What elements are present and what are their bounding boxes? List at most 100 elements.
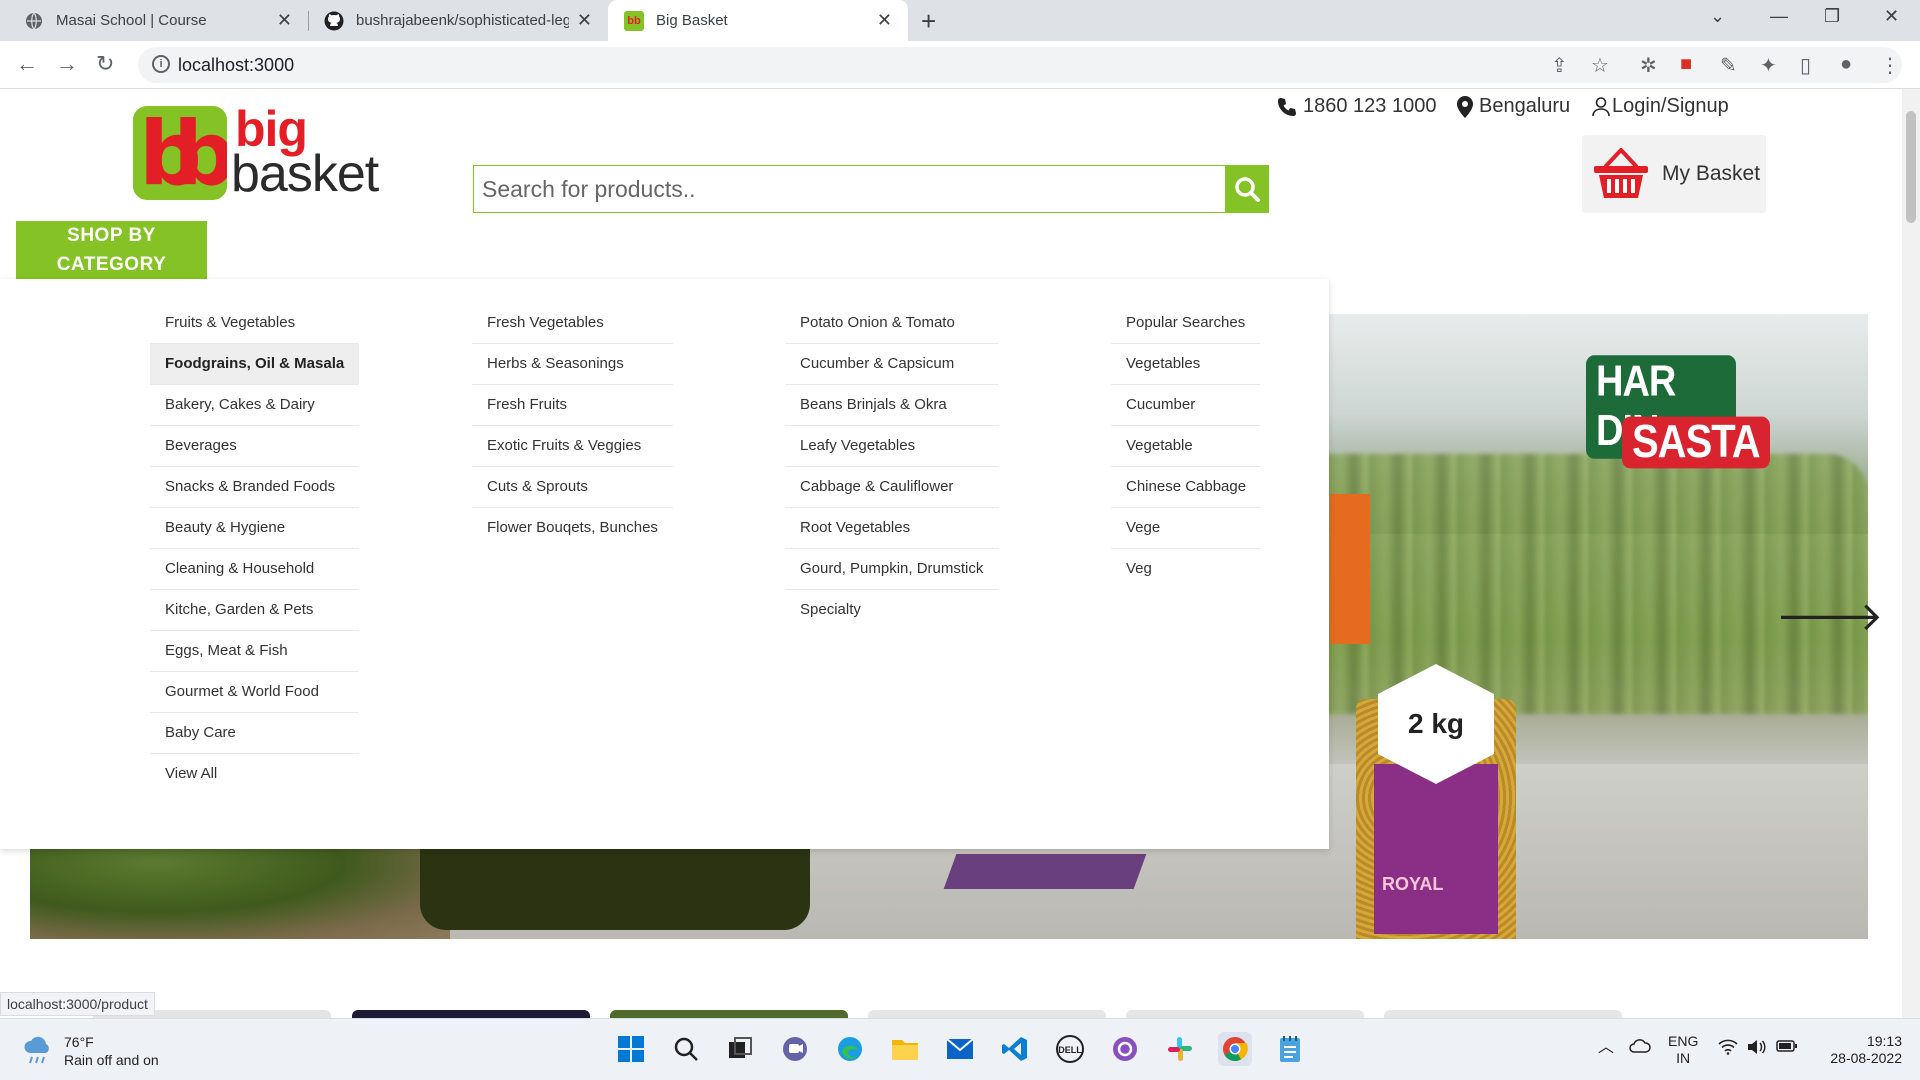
category-item[interactable]: Beverages	[150, 426, 359, 467]
new-tab-button[interactable]: +	[921, 6, 936, 37]
offer-card[interactable]	[610, 1010, 848, 1018]
volume-icon[interactable]	[1746, 1039, 1766, 1059]
file-explorer-icon[interactable]	[888, 1032, 922, 1066]
shop-by-category-button[interactable]: SHOP BY CATEGORY	[16, 221, 207, 279]
minimize-button[interactable]: —	[1770, 6, 1788, 27]
popular-search-item[interactable]: Vege	[1111, 508, 1260, 549]
category-item[interactable]: Beauty & Hygiene	[150, 508, 359, 549]
address-bar[interactable]: i localhost:3000	[138, 47, 1902, 83]
language-indicator[interactable]: ENG IN	[1668, 1033, 1698, 1067]
product-type-item[interactable]: Gourd, Pumpkin, Drumstick	[785, 549, 999, 590]
subcategory-item[interactable]: Herbs & Seasonings	[472, 344, 673, 385]
product-type-item[interactable]: Root Vegetables	[785, 508, 999, 549]
popular-search-item[interactable]: Cucumber	[1111, 385, 1260, 426]
search-icon[interactable]	[669, 1032, 703, 1066]
slack-icon[interactable]	[1163, 1032, 1197, 1066]
popular-search-item[interactable]: Vegetable	[1111, 426, 1260, 467]
weather-widget[interactable]: 76°F Rain off and on	[22, 1033, 159, 1069]
tab-masai-school[interactable]: Masai School | Course ✕	[8, 0, 308, 41]
close-window-button[interactable]: ✕	[1884, 6, 1899, 27]
back-icon[interactable]: ←	[16, 51, 38, 77]
onedrive-cloud-icon[interactable]	[1629, 1037, 1651, 1057]
edge-browser-icon[interactable]	[833, 1032, 867, 1066]
notepad-icon[interactable]	[1273, 1032, 1307, 1066]
close-tab-icon[interactable]: ✕	[277, 10, 292, 31]
category-item[interactable]: Fruits & Vegetables	[150, 303, 359, 344]
category-column: Fruits & Vegetables Foodgrains, Oil & Ma…	[150, 303, 359, 795]
battery-icon[interactable]	[1776, 1039, 1798, 1057]
category-item[interactable]: Baby Care	[150, 713, 359, 754]
chrome-icon[interactable]	[1218, 1032, 1252, 1066]
offer-card[interactable]	[1384, 1010, 1622, 1018]
category-item[interactable]: Kitche, Garden & Pets	[150, 590, 359, 631]
maximize-button[interactable]: ❐	[1824, 6, 1840, 27]
bigbasket-logo[interactable]: b b big basket	[133, 101, 379, 206]
task-view-icon[interactable]	[723, 1032, 757, 1066]
city-text: Bengaluru	[1479, 95, 1571, 117]
site-info-icon[interactable]: i	[152, 55, 170, 73]
scrollbar-thumb[interactable]	[1906, 111, 1916, 223]
wifi-icon[interactable]	[1718, 1039, 1738, 1059]
github-desktop-icon[interactable]	[1108, 1032, 1142, 1066]
subcategory-column: Fresh Vegetables Herbs & Seasonings Fres…	[472, 303, 673, 549]
extension-bug-icon[interactable]: ✲	[1640, 53, 1657, 78]
tab-big-basket[interactable]: bb Big Basket ✕	[608, 0, 908, 41]
side-panel-icon[interactable]: ▯	[1800, 53, 1811, 78]
page-scrollbar[interactable]	[1902, 89, 1920, 1018]
share-icon[interactable]: ⇪	[1551, 53, 1568, 78]
carousel-next-arrow-icon[interactable]: 🡒	[1776, 591, 1883, 640]
popular-search-item[interactable]: Chinese Cabbage	[1111, 467, 1260, 508]
search-input[interactable]	[474, 166, 1226, 212]
product-type-item[interactable]: Leafy Vegetables	[785, 426, 999, 467]
phone-number[interactable]: 1860 123 1000	[1277, 95, 1436, 118]
login-signup-link[interactable]: Login/Signup	[1592, 95, 1729, 118]
vscode-icon[interactable]	[998, 1032, 1032, 1066]
category-item-selected[interactable]: Foodgrains, Oil & Masala	[150, 344, 359, 385]
tab-github[interactable]: bushrajabeenk/sophisticated-leg ✕	[308, 0, 608, 41]
product-type-item[interactable]: Specialty	[785, 590, 999, 631]
mail-icon[interactable]	[943, 1032, 977, 1066]
close-tab-icon[interactable]: ✕	[577, 10, 592, 31]
pack-brand: ROYAL	[1382, 874, 1444, 894]
forward-icon[interactable]: →	[56, 51, 78, 77]
subcategory-item[interactable]: Flower Bouqets, Bunches	[472, 508, 673, 549]
my-basket-button[interactable]: My Basket	[1582, 135, 1766, 213]
dell-icon[interactable]: DELL	[1053, 1032, 1087, 1066]
view-all-link[interactable]: View All	[150, 754, 359, 795]
reload-icon[interactable]: ↻	[96, 51, 114, 77]
teams-chat-icon[interactable]	[778, 1032, 812, 1066]
popular-search-item[interactable]: Vegetables	[1111, 344, 1260, 385]
menu-kebab-icon[interactable]: ⋮	[1880, 53, 1900, 78]
product-type-item[interactable]: Cabbage & Cauliflower	[785, 467, 999, 508]
search-button[interactable]	[1225, 165, 1269, 213]
pack-band	[1374, 764, 1498, 934]
category-item[interactable]: Snacks & Branded Foods	[150, 467, 359, 508]
profile-avatar-icon[interactable]: ●	[1840, 53, 1852, 76]
category-item[interactable]: Cleaning & Household	[150, 549, 359, 590]
windows-start-icon[interactable]	[614, 1032, 648, 1066]
category-item[interactable]: Gourmet & World Food	[150, 672, 359, 713]
phone-icon	[1278, 97, 1296, 116]
offer-card[interactable]	[868, 1010, 1106, 1018]
extension-pen-icon[interactable]: ✎	[1720, 53, 1737, 78]
popular-search-item[interactable]: Veg	[1111, 549, 1260, 590]
extensions-puzzle-icon[interactable]: ✦	[1760, 53, 1777, 78]
subcategory-item[interactable]: Fresh Fruits	[472, 385, 673, 426]
bookmark-star-icon[interactable]: ☆	[1591, 53, 1609, 78]
category-item[interactable]: Bakery, Cakes & Dairy	[150, 385, 359, 426]
close-tab-icon[interactable]: ✕	[877, 10, 892, 31]
product-type-item[interactable]: Beans Brinjals & Okra	[785, 385, 999, 426]
extension-red-icon[interactable]: ■	[1680, 53, 1692, 76]
tray-chevron-up-icon[interactable]: ︿	[1598, 1039, 1614, 1056]
offer-card[interactable]	[1126, 1010, 1364, 1018]
location-selector[interactable]: Bengaluru	[1457, 95, 1570, 118]
clock[interactable]: 19:13 28-08-2022	[1818, 1033, 1902, 1067]
subcategory-item[interactable]: Fresh Vegetables	[472, 303, 673, 344]
subcategory-item[interactable]: Cuts & Sprouts	[472, 467, 673, 508]
offer-card[interactable]	[352, 1010, 590, 1018]
subcategory-item[interactable]: Exotic Fruits & Veggies	[472, 426, 673, 467]
product-type-item[interactable]: Cucumber & Capsicum	[785, 344, 999, 385]
category-item[interactable]: Eggs, Meat & Fish	[150, 631, 359, 672]
tab-search-icon[interactable]: ⌄	[1710, 6, 1725, 27]
product-type-item[interactable]: Potato Onion & Tomato	[785, 303, 999, 344]
